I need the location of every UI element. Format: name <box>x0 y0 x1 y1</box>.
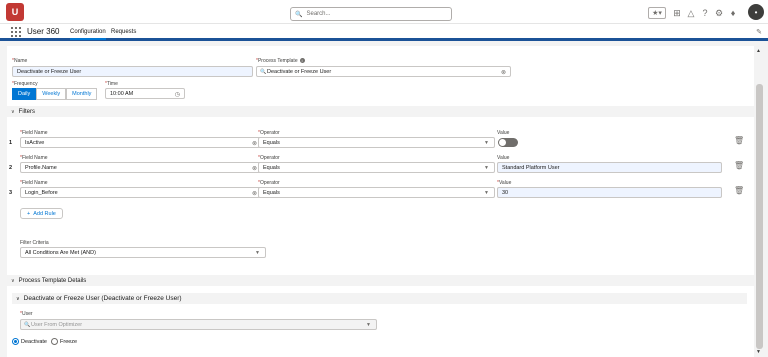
info-icon: i <box>299 58 305 63</box>
radio-unchecked-icon <box>51 338 58 345</box>
filter-criteria-label: Filter Criteria <box>20 240 49 246</box>
operator-label: *Operator <box>258 180 280 186</box>
field-name-label: *Field Name <box>20 180 48 186</box>
frequency-monthly-button[interactable]: Monthly <box>66 88 98 100</box>
clear-icon[interactable]: ⊗ <box>252 190 257 197</box>
trailhead-icon[interactable]: △ <box>686 7 696 19</box>
value-label: Value <box>497 155 510 161</box>
clock-icon[interactable]: ◷ <box>175 91 180 98</box>
deactivate-radio[interactable]: Deactivate <box>12 338 47 345</box>
tab-configuration[interactable]: Configuration <box>70 29 106 40</box>
template-subsection-header[interactable]: ∨ Deactivate or Freeze User (Deactivate … <box>12 293 747 304</box>
tab-requests[interactable]: Requests <box>111 29 136 35</box>
chevron-down-icon: ▼ <box>255 250 260 256</box>
search-icon: 🔍 <box>260 68 267 75</box>
search-placeholder: Search... <box>306 11 331 17</box>
freeze-radio[interactable]: Freeze <box>51 338 77 345</box>
frequency-daily-button[interactable]: Daily <box>12 88 37 100</box>
main-content: *Name Deactivate or Freeze User *Process… <box>7 46 754 357</box>
field-name-label: *Field Name <box>20 155 48 161</box>
clear-icon[interactable]: ⊗ <box>252 140 257 147</box>
gear-icon[interactable]: ⚙ <box>714 7 724 19</box>
filter-criteria-select[interactable]: All Conditions Are Met (AND) ▼ <box>20 247 266 258</box>
app-logo[interactable]: U <box>6 3 24 21</box>
app-navigation: User 360 Configuration Requests ✎ <box>0 24 768 41</box>
edit-nav-icon[interactable]: ✎ <box>756 28 762 36</box>
trash-icon[interactable]: 🗑 <box>734 186 744 195</box>
value-label: *Value <box>497 180 512 186</box>
filter-row-number: 3 <box>9 190 13 196</box>
bell-icon[interactable]: ♦ <box>728 7 738 19</box>
name-label: *Name <box>12 58 28 64</box>
clear-icon[interactable]: ⊗ <box>501 69 506 76</box>
trash-icon[interactable]: 🗑 <box>734 161 744 170</box>
value-label: Value <box>497 130 510 136</box>
trash-icon[interactable]: 🗑 <box>734 136 744 145</box>
global-header: U 🔍 Search... ★▾ ⊞ △ ? ⚙ ♦ • <box>0 0 768 24</box>
app-name: User 360 <box>27 27 60 36</box>
help-icon[interactable]: ? <box>700 7 710 19</box>
chevron-down-icon: ▼ <box>484 165 489 171</box>
scrollbar-thumb[interactable] <box>756 84 763 349</box>
scroll-down-icon[interactable]: ▼ <box>756 349 761 355</box>
chevron-down-icon: ▼ <box>484 140 489 146</box>
radio-checked-icon <box>12 338 19 345</box>
clear-icon[interactable]: ⊗ <box>252 165 257 172</box>
user-field[interactable]: 🔍 User From Optimizer ▼ <box>20 319 377 330</box>
time-field[interactable]: 10:00 AM ◷ <box>105 88 185 99</box>
chevron-down-icon: ▼ <box>484 190 489 196</box>
frequency-weekly-button[interactable]: Weekly <box>36 88 67 100</box>
filters-section-header[interactable]: ∨ Filters <box>7 106 754 117</box>
chevron-down-icon: ▼ <box>366 322 371 328</box>
process-template-field[interactable]: 🔍 Deactivate or Freeze User ⊗ <box>256 66 511 77</box>
time-label: *Time <box>105 81 118 87</box>
operator-label: *Operator <box>258 155 280 161</box>
favorites-icon[interactable]: ★▾ <box>648 7 666 19</box>
add-rule-button[interactable]: + Add Rule <box>20 208 63 219</box>
search-icon: 🔍 <box>295 11 303 18</box>
search-icon: 🔍 <box>24 321 31 328</box>
user-label: *User <box>20 311 33 317</box>
filter-field-name-3[interactable]: Login_Before ⊗ <box>20 187 262 198</box>
frequency-selector: Daily Weekly Monthly <box>12 88 98 100</box>
chevron-down-icon: ∨ <box>11 277 15 284</box>
filter-row-number: 1 <box>9 140 13 146</box>
avatar[interactable]: • <box>748 4 764 20</box>
filter-value-3[interactable]: 30 <box>497 187 722 198</box>
isactive-toggle[interactable] <box>498 138 518 147</box>
name-field[interactable]: Deactivate or Freeze User <box>12 66 253 77</box>
add-icon[interactable]: ⊞ <box>672 7 682 19</box>
filter-value-2[interactable]: Standard Platform User <box>497 162 722 173</box>
filter-row-number: 2 <box>9 165 13 171</box>
filter-field-name-2[interactable]: Profile.Name ⊗ <box>20 162 262 173</box>
chevron-down-icon: ∨ <box>16 295 20 302</box>
chevron-down-icon: ∨ <box>11 108 15 115</box>
filter-field-name-1[interactable]: IsActive ⊗ <box>20 137 262 148</box>
vertical-scrollbar[interactable]: ▲ ▼ <box>755 46 764 357</box>
plus-icon: + <box>27 210 31 217</box>
global-search-input[interactable]: 🔍 Search... <box>290 7 452 21</box>
app-launcher-icon[interactable] <box>11 27 21 37</box>
process-template-label: *Process Template i <box>256 58 305 64</box>
scroll-up-icon[interactable]: ▲ <box>756 48 761 54</box>
process-template-details-header[interactable]: ∨ Process Template Details <box>7 275 754 286</box>
field-name-label: *Field Name <box>20 130 48 136</box>
frequency-label: *Frequency <box>12 81 38 87</box>
operator-label: *Operator <box>258 130 280 136</box>
filter-operator-1[interactable]: Equals ▼ <box>258 137 495 148</box>
filter-operator-2[interactable]: Equals ▼ <box>258 162 495 173</box>
filter-operator-3[interactable]: Equals ▼ <box>258 187 495 198</box>
